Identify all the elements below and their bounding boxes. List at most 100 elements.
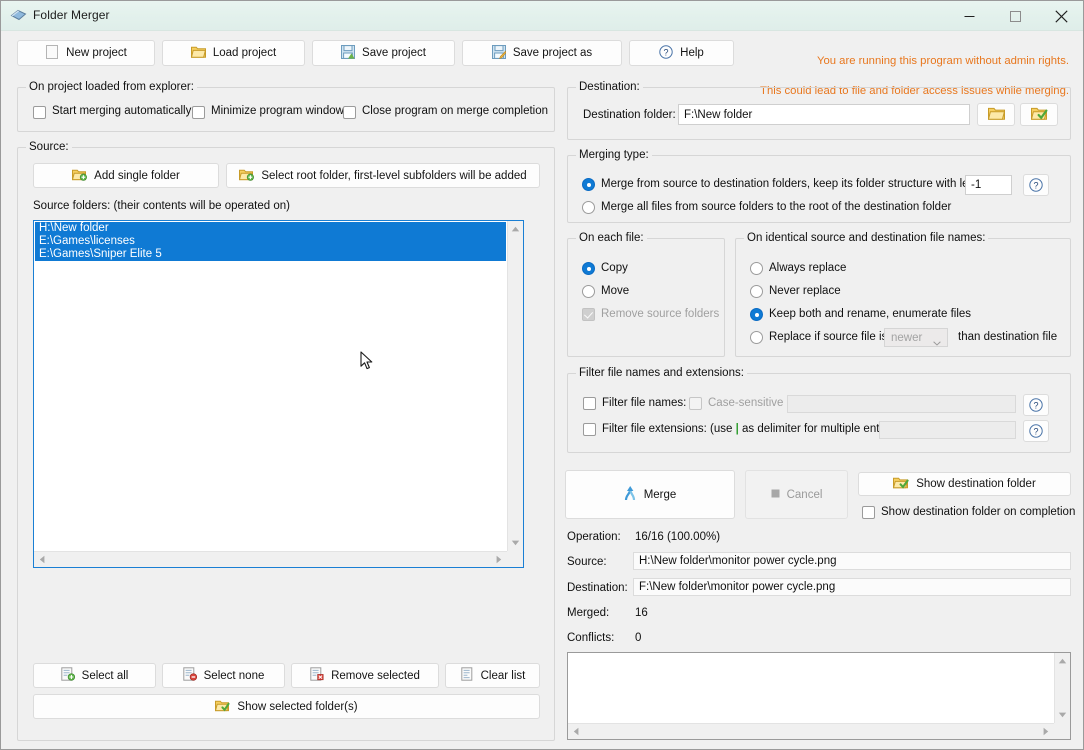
add-single-folder-button[interactable]: Add single folder xyxy=(33,163,219,188)
conflicts-label: Conflicts: xyxy=(567,632,615,644)
destination-status-input[interactable]: F:\New folder\monitor power cycle.png xyxy=(633,578,1071,596)
load-project-button[interactable]: Load project xyxy=(162,40,305,66)
merge-level-value: -1 xyxy=(971,179,982,191)
scroll-left-icon[interactable] xyxy=(568,724,584,739)
checkbox-filter-file-extensions[interactable] xyxy=(583,423,596,436)
new-project-button[interactable]: New project xyxy=(17,40,155,66)
scroll-down-icon[interactable] xyxy=(1055,707,1070,723)
chevron-down-icon xyxy=(933,337,941,349)
radio-merge-keep-structure[interactable] xyxy=(582,178,595,191)
source-folders-listbox[interactable]: H:\New folder E:\Games\licenses E:\Games… xyxy=(33,220,524,568)
merging-type-group: Merging type: Merge from source to desti… xyxy=(567,149,1071,223)
list-item[interactable]: E:\Games\Sniper Elite 5 xyxy=(35,248,506,261)
operation-label: Operation: xyxy=(567,531,621,543)
select-all-button[interactable]: Select all xyxy=(33,663,156,688)
label-close-program-on-merge-completion: Close program on merge completion xyxy=(362,105,549,117)
compare-mode-select[interactable]: newer xyxy=(884,328,948,347)
radio-merge-to-root[interactable] xyxy=(582,201,595,214)
checkbox-show-destination-on-completion[interactable] xyxy=(862,506,875,519)
minimize-button[interactable] xyxy=(946,1,992,31)
scroll-right-icon[interactable] xyxy=(491,552,507,567)
scroll-up-icon[interactable] xyxy=(508,221,523,237)
svg-text:?: ? xyxy=(1033,180,1038,190)
radio-copy[interactable] xyxy=(582,262,595,275)
window-title: Folder Merger xyxy=(33,8,110,22)
maximize-button[interactable] xyxy=(992,1,1038,31)
radio-move[interactable] xyxy=(582,285,595,298)
save-project-as-button[interactable]: Save project as xyxy=(462,40,622,66)
merge-button[interactable]: Merge xyxy=(565,470,735,519)
load-project-label: Load project xyxy=(212,47,277,59)
checkbox-case-sensitive xyxy=(689,397,702,410)
checkbox-filter-file-names[interactable] xyxy=(583,397,596,410)
checkbox-start-merging-automatically[interactable] xyxy=(33,106,46,119)
radio-keep-both-rename[interactable] xyxy=(750,308,763,321)
radio-always-replace[interactable] xyxy=(750,262,763,275)
scrollbar-corner xyxy=(507,551,523,567)
label-filter-file-names: Filter file names: xyxy=(602,397,687,409)
checkbox-minimize-program-window[interactable] xyxy=(192,106,205,119)
source-legend: Source: xyxy=(26,141,72,153)
log-output-box[interactable] xyxy=(567,652,1071,740)
list-remove-icon xyxy=(182,667,197,684)
checkbox-close-program-on-merge-completion[interactable] xyxy=(343,106,356,119)
list-delete-icon xyxy=(310,667,324,684)
label-minimize-program-window: Minimize program window xyxy=(211,105,344,117)
remove-selected-button[interactable]: Remove selected xyxy=(291,663,439,688)
filter-names-help-button[interactable]: ? xyxy=(1023,394,1049,416)
conflicts-value: 0 xyxy=(635,632,642,644)
filter-file-names-input[interactable] xyxy=(787,395,1016,413)
label-copy: Copy xyxy=(601,262,628,274)
folder-merger-window: Folder Merger New project Load project S… xyxy=(0,0,1084,750)
show-destination-folder-label: Show destination folder xyxy=(916,478,1036,490)
destination-status-value: F:\New folder\monitor power cycle.png xyxy=(639,581,836,593)
close-button[interactable] xyxy=(1038,1,1083,31)
show-destination-button[interactable] xyxy=(1020,103,1058,126)
label-merge-to-root: Merge all files from source folders to t… xyxy=(601,201,952,213)
folder-check-icon xyxy=(1030,106,1048,123)
merge-level-input[interactable]: -1 xyxy=(965,175,1012,195)
radio-replace-if-newer[interactable] xyxy=(750,331,763,344)
stop-square-icon xyxy=(771,489,780,501)
show-destination-folder-button[interactable]: Show destination folder xyxy=(858,472,1071,496)
new-project-label: New project xyxy=(66,47,127,59)
list-item[interactable]: E:\Games\licenses xyxy=(35,235,506,248)
on-identical-names-legend: On identical source and destination file… xyxy=(744,232,989,244)
select-root-folder-button[interactable]: Select root folder, first-level subfolde… xyxy=(226,163,540,188)
list-add-icon xyxy=(60,667,75,684)
operation-value: 16/16 (100.00%) xyxy=(635,531,721,543)
label-than-destination-file: than destination file xyxy=(958,331,1058,343)
radio-never-replace[interactable] xyxy=(750,285,763,298)
label-never-replace: Never replace xyxy=(769,285,841,297)
browse-destination-button[interactable] xyxy=(977,103,1015,126)
show-selected-folders-button[interactable]: Show selected folder(s) xyxy=(33,694,540,719)
filters-legend: Filter file names and extensions: xyxy=(576,367,747,379)
source-folders-list[interactable]: H:\New folder E:\Games\licenses E:\Games… xyxy=(35,222,506,550)
merge-arrow-icon xyxy=(624,485,637,504)
clear-list-button[interactable]: Clear list xyxy=(445,663,540,688)
list-item[interactable]: H:\New folder xyxy=(35,222,506,235)
save-project-button[interactable]: Save project xyxy=(312,40,455,66)
destination-folder-input[interactable]: F:\New folder xyxy=(678,104,970,125)
destination-legend: Destination: xyxy=(576,81,643,93)
log-vertical-scrollbar[interactable] xyxy=(1054,653,1070,723)
on-identical-names-group: On identical source and destination file… xyxy=(735,232,1071,357)
scroll-right-icon[interactable] xyxy=(1038,724,1054,739)
filter-extensions-help-button[interactable]: ? xyxy=(1023,420,1049,442)
folder-merger-icon xyxy=(10,8,27,24)
select-none-button[interactable]: Select none xyxy=(162,663,285,688)
merge-label: Merge xyxy=(643,488,677,501)
select-root-folder-label: Select root folder, first-level subfolde… xyxy=(261,169,527,182)
scroll-down-icon[interactable] xyxy=(508,535,523,551)
source-list-horizontal-scrollbar[interactable] xyxy=(34,551,507,567)
filter-file-extensions-input[interactable] xyxy=(879,421,1016,439)
open-folder-icon xyxy=(190,45,206,61)
scroll-left-icon[interactable] xyxy=(34,552,50,567)
source-status-input[interactable]: H:\New folder\monitor power cycle.png xyxy=(633,552,1071,570)
label-replace-if-source-file-is: Replace if source file is xyxy=(769,331,888,343)
log-horizontal-scrollbar[interactable] xyxy=(568,723,1054,739)
source-list-vertical-scrollbar[interactable] xyxy=(507,221,523,551)
scroll-up-icon[interactable] xyxy=(1055,653,1070,669)
source-status-value: H:\New folder\monitor power cycle.png xyxy=(639,555,837,567)
merging-type-help-button[interactable]: ? xyxy=(1023,174,1049,196)
